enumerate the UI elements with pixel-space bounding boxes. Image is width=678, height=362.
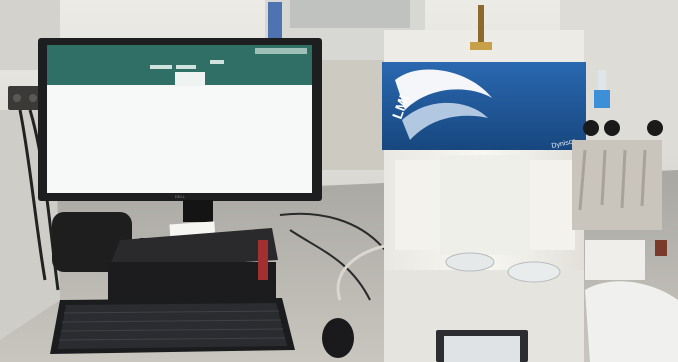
screen-field bbox=[150, 65, 172, 69]
keyboard-keys bbox=[58, 303, 287, 349]
instrument-piston bbox=[478, 5, 484, 45]
plastic-bag bbox=[585, 281, 678, 362]
screen-dropdown bbox=[175, 72, 205, 86]
flask-stopper bbox=[583, 120, 599, 136]
flask-stopper bbox=[604, 120, 620, 136]
screen-field bbox=[210, 60, 224, 64]
instrument-piston-cap bbox=[470, 42, 492, 50]
socket-hole bbox=[29, 94, 37, 102]
blue-cap-bottle bbox=[594, 90, 610, 108]
pc-tower bbox=[108, 262, 276, 302]
bottle-neck bbox=[598, 70, 606, 90]
photo-scene: DELL LMI Dynisco bbox=[0, 0, 678, 362]
mouse bbox=[322, 318, 354, 358]
instrument-pillar bbox=[440, 155, 530, 255]
monitor-brand: DELL bbox=[175, 194, 186, 199]
small-jar bbox=[655, 240, 667, 256]
screen-field bbox=[176, 65, 196, 69]
pc-tower-light bbox=[258, 240, 268, 280]
petri-dish bbox=[445, 252, 495, 272]
sample-box bbox=[585, 240, 645, 280]
socket-hole bbox=[13, 94, 21, 102]
petri-dish bbox=[507, 261, 561, 283]
window-shelf bbox=[290, 0, 410, 28]
screen-toolbar-icons bbox=[255, 48, 307, 54]
flask-stopper bbox=[647, 120, 663, 136]
monitor-neck bbox=[183, 200, 213, 222]
lab-photo: DELL LMI Dynisco bbox=[0, 0, 678, 362]
control-panel-screen bbox=[444, 336, 520, 362]
cabinet-back bbox=[320, 60, 385, 170]
